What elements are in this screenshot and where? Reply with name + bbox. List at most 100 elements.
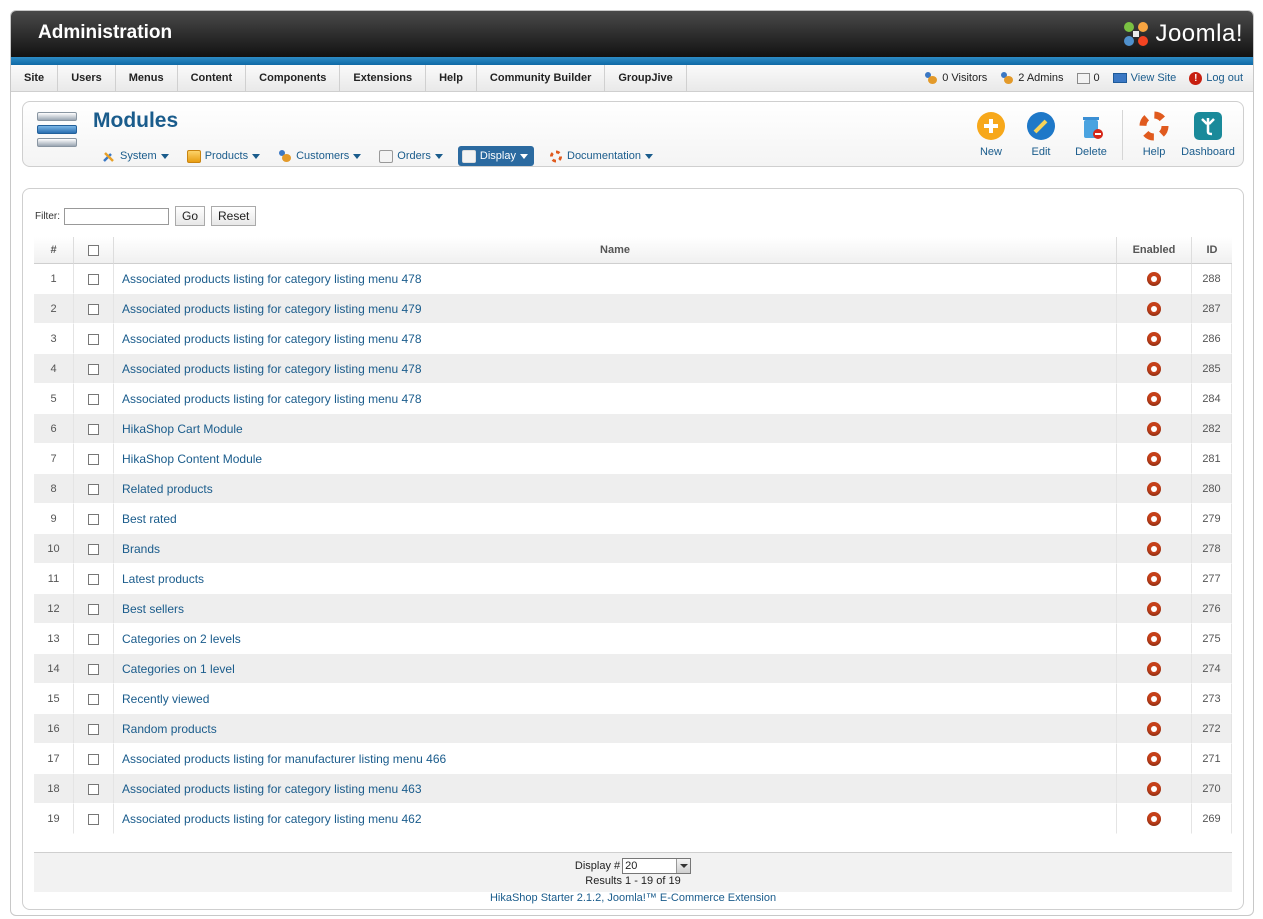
menu-item-content[interactable]: Content bbox=[178, 65, 247, 91]
row-checkbox[interactable] bbox=[88, 423, 99, 435]
row-name-link[interactable]: Associated products listing for category… bbox=[114, 354, 1117, 384]
enabled-toggle-icon[interactable] bbox=[1147, 691, 1161, 706]
enabled-toggle-icon[interactable] bbox=[1147, 751, 1161, 766]
row-checkbox[interactable] bbox=[88, 333, 99, 345]
row-checkbox[interactable] bbox=[88, 393, 99, 405]
header-id[interactable]: ID bbox=[1192, 237, 1232, 264]
row-checkbox[interactable] bbox=[88, 813, 99, 825]
enabled-toggle-icon[interactable] bbox=[1147, 421, 1161, 436]
display-icon bbox=[461, 149, 476, 163]
row-name-link[interactable]: Random products bbox=[114, 714, 1117, 744]
row-checkbox[interactable] bbox=[88, 753, 99, 765]
enabled-toggle-icon[interactable] bbox=[1147, 391, 1161, 406]
row-name-link[interactable]: Categories on 1 level bbox=[114, 654, 1117, 684]
row-checkbox[interactable] bbox=[88, 453, 99, 465]
row-name-link[interactable]: Recently viewed bbox=[114, 684, 1117, 714]
menu-item-help[interactable]: Help bbox=[426, 65, 477, 91]
submenu-products[interactable]: Products bbox=[184, 146, 263, 166]
row-name-link[interactable]: Associated products listing for category… bbox=[114, 804, 1117, 834]
row-checkbox-cell bbox=[74, 804, 114, 834]
row-checkbox[interactable] bbox=[88, 633, 99, 645]
menu-item-users[interactable]: Users bbox=[58, 65, 116, 91]
enabled-toggle-icon[interactable] bbox=[1147, 541, 1161, 556]
row-name-link[interactable]: Categories on 2 levels bbox=[114, 624, 1117, 654]
enabled-toggle-icon[interactable] bbox=[1147, 331, 1161, 346]
menu-item-site[interactable]: Site bbox=[11, 65, 59, 91]
logout-link[interactable]: ! Log out bbox=[1189, 71, 1243, 85]
view-site-link[interactable]: View Site bbox=[1112, 72, 1176, 84]
reset-button[interactable]: Reset bbox=[211, 206, 257, 226]
row-name-link[interactable]: Associated products listing for category… bbox=[114, 264, 1117, 294]
row-checkbox[interactable] bbox=[88, 363, 99, 375]
enabled-toggle-icon[interactable] bbox=[1147, 481, 1161, 496]
row-checkbox[interactable] bbox=[88, 483, 99, 495]
row-checkbox[interactable] bbox=[88, 693, 99, 705]
row-checkbox[interactable] bbox=[88, 663, 99, 675]
row-name-link[interactable]: Best rated bbox=[114, 504, 1117, 534]
row-checkbox[interactable] bbox=[88, 573, 99, 585]
row-id: 271 bbox=[1192, 744, 1232, 774]
row-name-link[interactable]: Associated products listing for category… bbox=[114, 324, 1117, 354]
enabled-toggle-icon[interactable] bbox=[1147, 301, 1161, 316]
enabled-toggle-icon[interactable] bbox=[1147, 451, 1161, 466]
display-limit-select[interactable]: 20 bbox=[622, 858, 692, 874]
submenu-customers[interactable]: Customers bbox=[275, 146, 364, 166]
joomla-logo[interactable]: Joomla! bbox=[1121, 17, 1243, 51]
table-row: 6 HikaShop Cart Module 282 bbox=[34, 414, 1232, 444]
chevron-down-icon bbox=[434, 153, 443, 159]
enabled-toggle-icon[interactable] bbox=[1147, 511, 1161, 526]
row-name-link[interactable]: Brands bbox=[114, 534, 1117, 564]
submenu-customers-label: Customers bbox=[296, 150, 350, 162]
submenu-documentation[interactable]: Documentation bbox=[546, 146, 656, 166]
enabled-toggle-icon[interactable] bbox=[1147, 361, 1161, 376]
row-name-link[interactable]: HikaShop Content Module bbox=[114, 444, 1117, 474]
row-name-link[interactable]: Associated products listing for category… bbox=[114, 294, 1117, 324]
enabled-toggle-icon[interactable] bbox=[1147, 721, 1161, 736]
submenu-orders[interactable]: Orders bbox=[376, 146, 446, 166]
row-name-link[interactable]: Associated products listing for manufact… bbox=[114, 744, 1117, 774]
row-checkbox[interactable] bbox=[88, 603, 99, 615]
help-button[interactable]: Help bbox=[1129, 102, 1179, 158]
header-enabled[interactable]: Enabled bbox=[1117, 237, 1192, 264]
enabled-toggle-icon[interactable] bbox=[1147, 601, 1161, 616]
row-enabled-cell bbox=[1117, 684, 1192, 714]
row-checkbox[interactable] bbox=[88, 543, 99, 555]
row-checkbox[interactable] bbox=[88, 303, 99, 315]
menu-item-groupjive[interactable]: GroupJive bbox=[605, 65, 687, 91]
dashboard-button[interactable]: Dashboard bbox=[1179, 102, 1237, 158]
row-name-link[interactable]: Associated products listing for category… bbox=[114, 774, 1117, 804]
row-name-link[interactable]: Best sellers bbox=[114, 594, 1117, 624]
enabled-toggle-icon[interactable] bbox=[1147, 781, 1161, 796]
filter-input[interactable] bbox=[64, 207, 169, 225]
edit-button[interactable]: Edit bbox=[1016, 102, 1066, 158]
row-enabled-cell bbox=[1117, 444, 1192, 474]
row-num: 15 bbox=[34, 684, 74, 714]
new-button[interactable]: New bbox=[966, 102, 1016, 158]
delete-button[interactable]: Delete bbox=[1066, 102, 1116, 158]
row-name-link[interactable]: HikaShop Cart Module bbox=[114, 414, 1117, 444]
row-checkbox[interactable] bbox=[88, 273, 99, 285]
menu-item-components[interactable]: Components bbox=[246, 65, 341, 91]
enabled-toggle-icon[interactable] bbox=[1147, 271, 1161, 286]
enabled-toggle-icon[interactable] bbox=[1147, 631, 1161, 646]
menu-item-community-builder[interactable]: Community Builder bbox=[477, 65, 606, 91]
submenu-display[interactable]: Display bbox=[457, 146, 534, 166]
row-checkbox[interactable] bbox=[88, 723, 99, 735]
row-checkbox[interactable] bbox=[88, 513, 99, 525]
enabled-toggle-icon[interactable] bbox=[1147, 811, 1161, 826]
enabled-toggle-icon[interactable] bbox=[1147, 571, 1161, 586]
footer-credit-link[interactable]: HikaShop Starter 2.1.2, Joomla!™ E-Comme… bbox=[23, 892, 1243, 904]
submenu-system[interactable]: System bbox=[99, 146, 172, 166]
row-checkbox[interactable] bbox=[88, 783, 99, 795]
row-name-link[interactable]: Related products bbox=[114, 474, 1117, 504]
row-name-link[interactable]: Latest products bbox=[114, 564, 1117, 594]
select-all-checkbox[interactable] bbox=[88, 244, 99, 256]
header-name[interactable]: Name bbox=[114, 237, 1117, 264]
row-num: 11 bbox=[34, 564, 74, 594]
messages-count[interactable]: 0 bbox=[1076, 72, 1100, 84]
row-name-link[interactable]: Associated products listing for category… bbox=[114, 384, 1117, 414]
go-button[interactable]: Go bbox=[175, 206, 206, 226]
menu-item-extensions[interactable]: Extensions bbox=[340, 65, 427, 91]
menu-item-menus[interactable]: Menus bbox=[116, 65, 178, 91]
enabled-toggle-icon[interactable] bbox=[1147, 661, 1161, 676]
